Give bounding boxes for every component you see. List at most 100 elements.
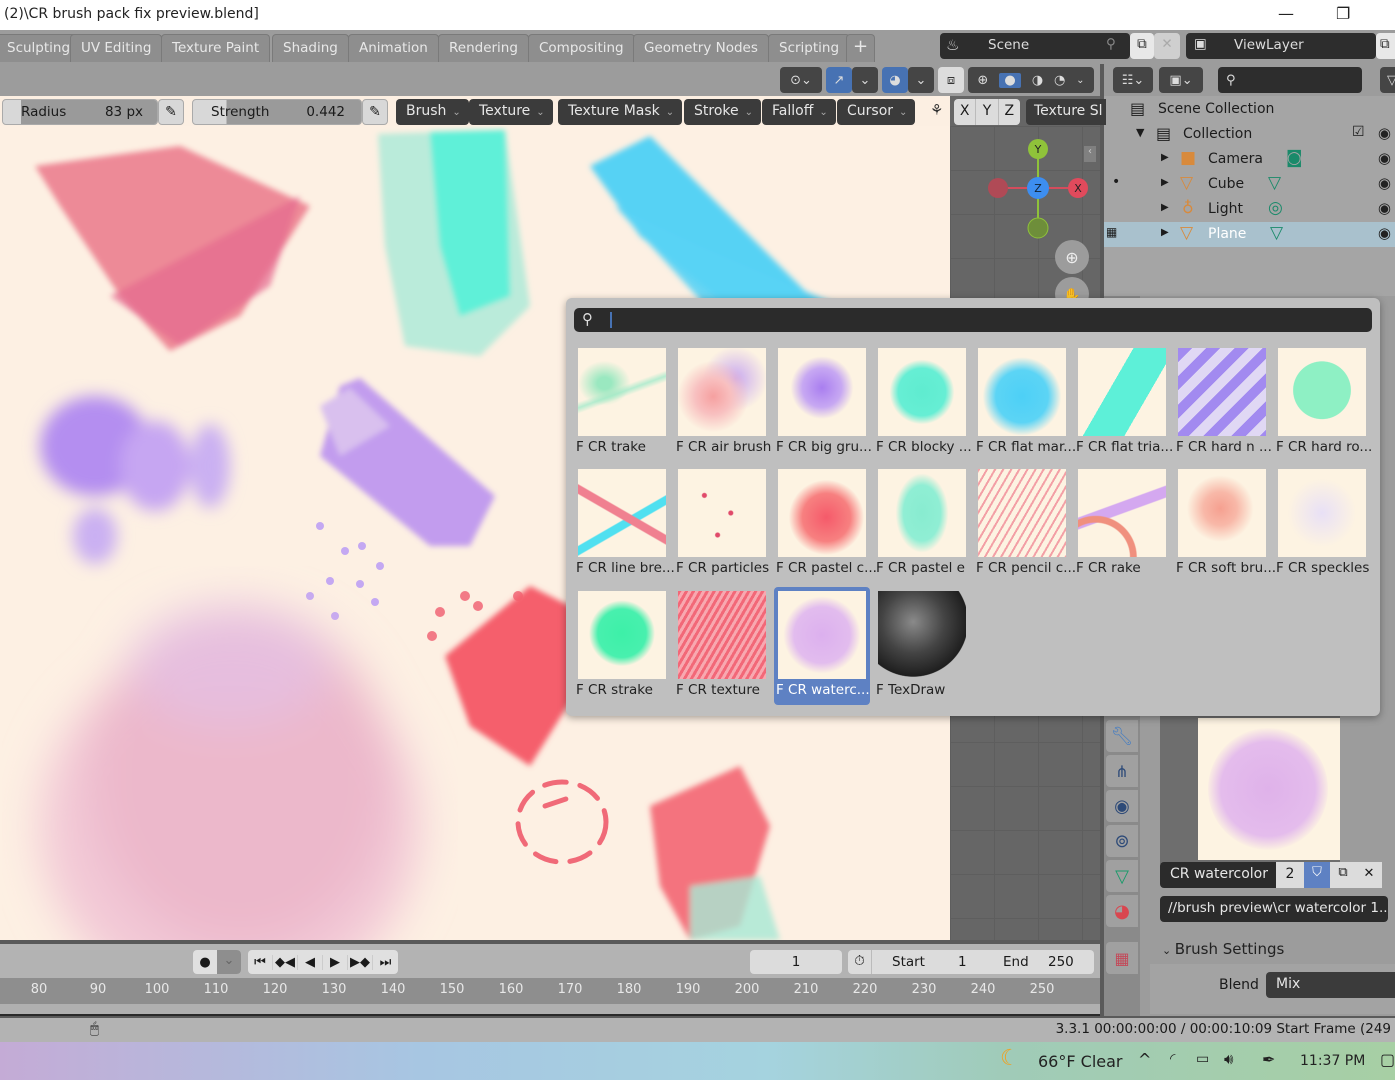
- jump-start-icon[interactable]: ⏮: [248, 954, 273, 970]
- brush-item[interactable]: F CR hard ro...: [1274, 344, 1372, 462]
- outliner-row-cube[interactable]: • ▶ ▽ Cube ▽ ◉: [1104, 172, 1395, 197]
- delete-scene-button[interactable]: ✕: [1154, 33, 1180, 59]
- texture-tab[interactable]: ▦: [1106, 942, 1138, 974]
- falloff-dropdown[interactable]: Falloff ⌄: [762, 99, 836, 125]
- eye-icon[interactable]: ◉: [1378, 199, 1391, 217]
- tab-shading[interactable]: Shading: [272, 34, 349, 62]
- battery-icon[interactable]: ▭: [1196, 1051, 1209, 1067]
- viewlayer-selector[interactable]: ▣ ViewLayer: [1186, 33, 1376, 59]
- brush-item[interactable]: F CR strake: [574, 587, 670, 705]
- timeline-ruler[interactable]: 80 90 100 110 120 130 140 150 160 170 180 190 200 210…: [0, 978, 1100, 1004]
- filter-viewlayer-dropdown[interactable]: ▣⌄: [1159, 67, 1203, 93]
- strength-slider[interactable]: Strength 0.442: [192, 99, 362, 125]
- radius-slider[interactable]: Radius 83 px: [2, 99, 158, 125]
- outliner-scene-collection[interactable]: ▤ Scene Collection: [1104, 97, 1395, 122]
- eye-icon[interactable]: ◉: [1378, 149, 1391, 167]
- brush-item[interactable]: F CR blocky ...: [874, 344, 972, 462]
- overlay-dropdown[interactable]: ⌄: [908, 67, 934, 93]
- volume-icon[interactable]: 🔊︎: [1224, 1050, 1233, 1068]
- brush-item[interactable]: F CR particles: [674, 465, 770, 583]
- tab-compositing[interactable]: Compositing: [528, 34, 635, 62]
- brush-item[interactable]: F CR speckles: [1274, 465, 1370, 583]
- rendered-shading-icon[interactable]: ◔: [1054, 73, 1065, 88]
- next-keyframe-icon[interactable]: ▶◆: [348, 954, 373, 970]
- fake-user-shield-icon[interactable]: ⛉: [1304, 862, 1330, 888]
- tab-rendering[interactable]: Rendering: [438, 34, 529, 62]
- brush-item[interactable]: F CR big gru...: [774, 344, 872, 462]
- timeline-track[interactable]: [0, 1004, 1100, 1016]
- particles-tab[interactable]: ⋔: [1106, 755, 1138, 787]
- outliner-collection[interactable]: ▼ ▤ Collection ☑ ◉: [1104, 122, 1395, 147]
- brush-item[interactable]: F CR pencil c...: [974, 465, 1076, 583]
- tab-texture-paint[interactable]: Texture Paint: [161, 34, 271, 62]
- texture-slot-dropdown[interactable]: Texture Sl: [1026, 99, 1106, 125]
- outliner-row-plane[interactable]: ▦ ▶ ▽ Plane ▽ ◉: [1104, 222, 1395, 247]
- mirror-x-toggle[interactable]: X: [954, 99, 977, 125]
- tab-uv-editing[interactable]: UV Editing: [70, 34, 163, 62]
- moon-weather-icon[interactable]: ☾: [1000, 1046, 1020, 1071]
- wifi-icon[interactable]: ◜: [1170, 1051, 1175, 1067]
- new-scene-button[interactable]: ⧉: [1130, 33, 1154, 59]
- xray-toggle[interactable]: ⧈: [938, 67, 964, 93]
- texture-path-field[interactable]: //brush preview\cr watercolor 1....: [1160, 896, 1388, 922]
- chevron-up-icon[interactable]: ^: [1138, 1050, 1151, 1069]
- brush-item[interactable]: F CR soft bru...: [1174, 465, 1276, 583]
- eye-icon[interactable]: ◉: [1378, 124, 1391, 142]
- display-mode-dropdown[interactable]: ☷⌄: [1113, 67, 1153, 93]
- brush-item[interactable]: F CR hard n ...: [1174, 344, 1272, 462]
- brush-item[interactable]: F TexDraw: [874, 587, 970, 705]
- eye-icon[interactable]: ◉: [1378, 174, 1391, 192]
- blend-dropdown[interactable]: Mix: [1266, 972, 1395, 998]
- mirror-y-toggle[interactable]: Y: [976, 99, 999, 125]
- clock[interactable]: 11:37 PM: [1300, 1053, 1365, 1069]
- data-tab[interactable]: ▽: [1106, 860, 1138, 892]
- brush-item[interactable]: F CR pastel c...: [774, 465, 877, 583]
- brush-item[interactable]: F CR trake: [574, 344, 670, 462]
- keying-button[interactable]: ● ⌄: [193, 950, 241, 974]
- sidebar-toggle-icon[interactable]: ‹: [1084, 146, 1096, 162]
- cursor-dropdown[interactable]: Cursor ⌄: [837, 99, 916, 125]
- material-tab[interactable]: ◕: [1106, 895, 1138, 927]
- add-workspace-button[interactable]: +: [846, 34, 876, 62]
- brush-item[interactable]: F CR air brush: [674, 344, 771, 462]
- strength-pressure-toggle[interactable]: ✎: [362, 99, 388, 125]
- brush-item[interactable]: F CR line bre...: [574, 465, 675, 583]
- stroke-dropdown[interactable]: Stroke ⌄: [684, 99, 762, 125]
- brush-item[interactable]: F CR flat tria...: [1074, 344, 1173, 462]
- checkbox-icon[interactable]: ☑: [1352, 124, 1365, 140]
- brush-dropdown[interactable]: Brush ⌄: [396, 99, 469, 125]
- outliner-row-camera[interactable]: ▶ ■ Camera ◙ ◉: [1104, 147, 1395, 172]
- restore-icon[interactable]: ❐: [1336, 4, 1350, 23]
- pin-icon[interactable]: ⚲: [1106, 36, 1116, 52]
- texture-dropdown[interactable]: Texture ⌄: [469, 99, 553, 125]
- brush-search-input[interactable]: ⚲: [574, 308, 1372, 332]
- mesh-data-icon[interactable]: ▽: [1270, 223, 1283, 243]
- jump-end-icon[interactable]: ⏭: [373, 955, 398, 970]
- radius-pressure-toggle[interactable]: ✎: [158, 99, 184, 125]
- current-frame-field[interactable]: 1: [750, 950, 842, 974]
- brush-settings-header[interactable]: ⌄ Brush Settings: [1162, 940, 1284, 958]
- brush-item[interactable]: F CR rake: [1074, 465, 1170, 583]
- user-count[interactable]: 2: [1276, 862, 1304, 888]
- mesh-data-icon[interactable]: ▽: [1268, 173, 1281, 193]
- notification-icon[interactable]: ▢: [1380, 1050, 1395, 1069]
- play-icon[interactable]: ▶: [323, 954, 348, 970]
- camera-data-icon[interactable]: ◙: [1286, 148, 1303, 168]
- tab-animation[interactable]: Animation: [348, 34, 439, 62]
- unlink-icon[interactable]: ✕: [1356, 862, 1382, 888]
- texture-mask-dropdown[interactable]: Texture Mask ⌄: [558, 99, 683, 125]
- end-frame-field[interactable]: 250: [1048, 954, 1074, 970]
- material-shading-icon[interactable]: ◑: [1032, 73, 1043, 88]
- overlay-toggle[interactable]: ◕: [882, 67, 908, 93]
- brush-item[interactable]: F CR texture: [674, 587, 770, 705]
- new-viewlayer-button[interactable]: ⧉: [1376, 33, 1395, 59]
- tool-tab[interactable]: 🔧︎: [1106, 720, 1138, 752]
- duplicate-icon[interactable]: ⧉: [1330, 862, 1356, 888]
- visibility-selector[interactable]: ⊙⌄: [780, 67, 822, 93]
- light-data-icon[interactable]: ◎: [1268, 198, 1283, 218]
- expand-arrow-icon[interactable]: ▶: [1161, 177, 1169, 188]
- tab-scripting[interactable]: Scripting: [768, 34, 851, 62]
- tab-sculpting[interactable]: Sculpting: [0, 34, 82, 62]
- start-frame-field[interactable]: 1: [958, 954, 967, 970]
- eye-icon[interactable]: ◉: [1378, 224, 1391, 242]
